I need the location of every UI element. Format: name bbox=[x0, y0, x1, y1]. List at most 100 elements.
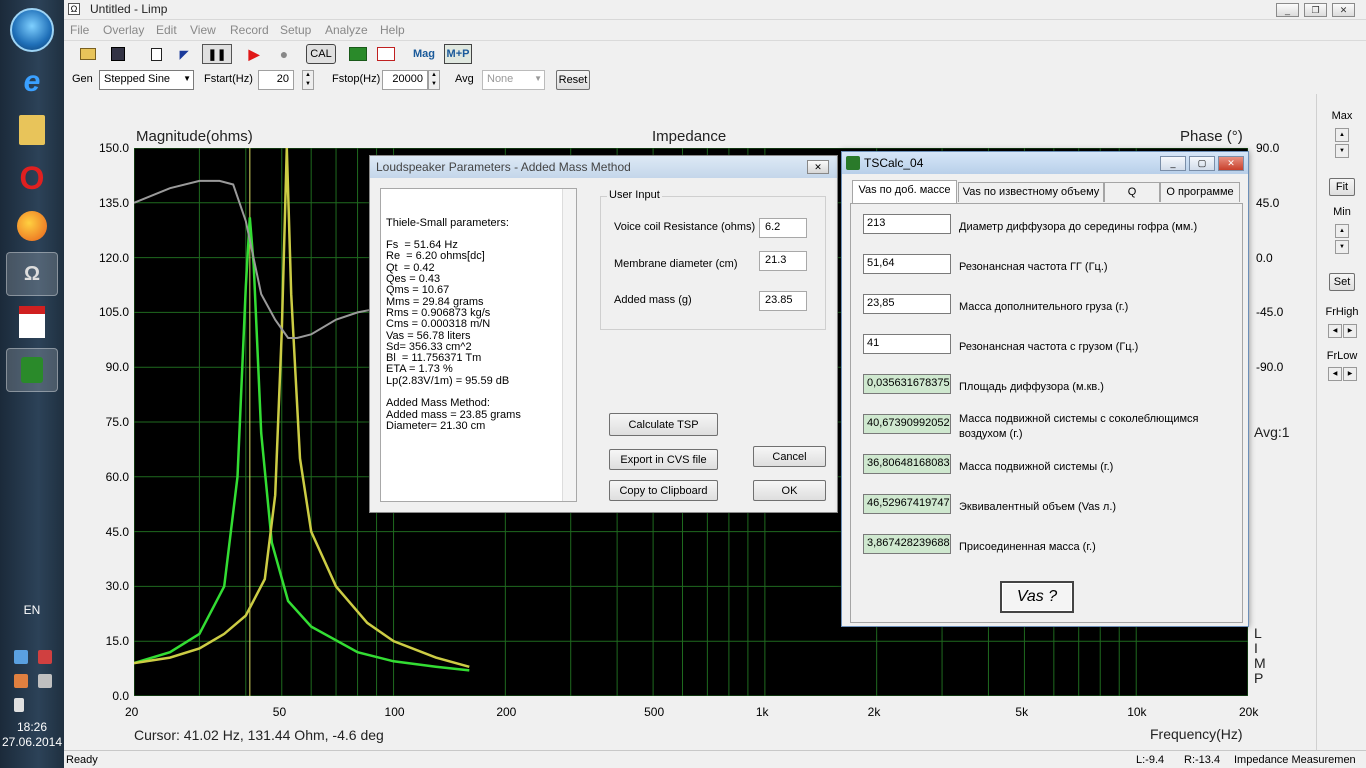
clock[interactable]: 18:26 27.06.2014 bbox=[0, 720, 64, 750]
fstop-input[interactable]: 20000 bbox=[382, 70, 428, 90]
max-up-button[interactable]: ▲ bbox=[1335, 128, 1349, 142]
tsp-results-list[interactable]: Thiele-Small parameters: Fs = 51.64 Hz R… bbox=[380, 188, 577, 502]
copy-clipboard-button[interactable]: Copy to Clipboard bbox=[609, 480, 718, 501]
copy-icon[interactable] bbox=[146, 44, 166, 64]
language-indicator[interactable]: EN bbox=[0, 603, 64, 617]
voice-coil-input[interactable]: 6.2 bbox=[759, 218, 807, 238]
opera-icon[interactable]: O bbox=[6, 156, 58, 200]
close-button[interactable]: ✕ bbox=[1218, 156, 1244, 171]
avg-readout: Avg:1 bbox=[1254, 424, 1290, 440]
menu-setup[interactable]: Setup bbox=[280, 23, 311, 37]
dialog-title: Loudspeaker Parameters - Added Mass Meth… bbox=[370, 156, 837, 178]
x-tick-label: 200 bbox=[496, 705, 517, 719]
flag-icon[interactable] bbox=[38, 650, 52, 664]
tab-vas-added-mass[interactable]: Vas по доб. массе bbox=[852, 180, 957, 204]
start-button[interactable] bbox=[10, 8, 54, 52]
x-tick-label: 5k bbox=[1015, 705, 1029, 719]
menu-help[interactable]: Help bbox=[380, 23, 405, 37]
avg-select[interactable]: None ▼ bbox=[482, 70, 545, 90]
dialog-close-button[interactable]: ✕ bbox=[807, 160, 829, 174]
added-mass-input[interactable]: 23,85 bbox=[863, 294, 951, 314]
minimize-button[interactable]: _ bbox=[1276, 3, 1299, 17]
fstart-spinner[interactable]: ▲ ▼ bbox=[302, 70, 314, 90]
menu-file[interactable]: File bbox=[70, 23, 89, 37]
membrane-diameter-input[interactable]: 21.3 bbox=[759, 251, 807, 271]
ok-button[interactable]: OK bbox=[753, 480, 826, 501]
chart-title: Impedance bbox=[652, 128, 727, 145]
generator-select[interactable]: Stepped Sine ▼ bbox=[99, 70, 194, 90]
close-button[interactable]: ✕ bbox=[1332, 3, 1355, 17]
folder-icon[interactable] bbox=[6, 108, 58, 152]
max-down-button[interactable]: ▼ bbox=[1335, 144, 1349, 158]
power-icon[interactable] bbox=[14, 674, 28, 688]
min-up-button[interactable]: ▲ bbox=[1335, 224, 1349, 238]
pause-icon[interactable]: ❚❚ bbox=[202, 44, 232, 64]
vas-output: 46,52967419747 bbox=[863, 494, 951, 514]
omega-icon[interactable]: Ω bbox=[6, 252, 58, 296]
calculate-tsp-button[interactable]: Calculate TSP bbox=[609, 413, 718, 436]
fit-button[interactable]: Fit bbox=[1329, 178, 1355, 196]
x-tick-label: 100 bbox=[384, 705, 405, 719]
menu-record[interactable]: Record bbox=[230, 23, 269, 37]
frhigh-left-button[interactable]: ◀ bbox=[1328, 324, 1342, 338]
record-icon[interactable]: ▶ bbox=[244, 44, 264, 64]
firefox-icon[interactable] bbox=[6, 204, 58, 248]
y-tick-label-left: 60.0 bbox=[105, 469, 129, 484]
speaker-icon bbox=[846, 156, 860, 170]
app-icon[interactable]: Ω bbox=[68, 3, 80, 15]
tab-vas-known-volume[interactable]: Vas по известному объему bbox=[958, 182, 1104, 202]
vas-calculate-button[interactable]: Vas ? bbox=[1000, 581, 1074, 613]
added-mass-input[interactable]: 23.85 bbox=[759, 291, 807, 311]
mp-button[interactable]: M+P bbox=[444, 44, 472, 64]
open-icon[interactable] bbox=[78, 44, 98, 64]
restore-button[interactable]: ❐ bbox=[1304, 3, 1327, 17]
maximize-button[interactable]: ▢ bbox=[1189, 156, 1215, 171]
waveform-icon[interactable] bbox=[376, 44, 396, 64]
speaker-icon[interactable] bbox=[6, 348, 58, 392]
scrollbar[interactable] bbox=[562, 189, 576, 501]
cone-diameter-input[interactable]: 213 bbox=[863, 214, 951, 234]
frlow-right-button[interactable]: ▶ bbox=[1343, 367, 1357, 381]
frhigh-right-button[interactable]: ▶ bbox=[1343, 324, 1357, 338]
cal-button[interactable]: CAL bbox=[306, 44, 336, 64]
loaded-resonance-input[interactable]: 41 bbox=[863, 334, 951, 354]
windows-taskbar: e O Ω EN 18:26 27.06.2014 bbox=[0, 0, 64, 768]
menu-overlay[interactable]: Overlay bbox=[103, 23, 144, 37]
fstop-spinner[interactable]: ▲ ▼ bbox=[428, 70, 440, 90]
moving-mass-label: Масса подвижной системы (г.) bbox=[959, 461, 1114, 473]
tab-q[interactable]: Q bbox=[1104, 182, 1160, 202]
internet-explorer-icon[interactable]: e bbox=[6, 60, 58, 104]
moving-mass-output: 36,80648168083 bbox=[863, 454, 951, 474]
tab-about[interactable]: О программе bbox=[1160, 182, 1240, 202]
minimize-button[interactable]: _ bbox=[1160, 156, 1186, 171]
mag-button[interactable]: Mag bbox=[410, 44, 438, 64]
graph-icon[interactable] bbox=[348, 44, 368, 64]
set-button[interactable]: Set bbox=[1329, 273, 1355, 291]
stop-icon[interactable]: ● bbox=[274, 44, 294, 64]
loudspeaker-parameters-dialog: Loudspeaker Parameters - Added Mass Meth… bbox=[369, 155, 838, 513]
volume-icon[interactable] bbox=[14, 698, 24, 712]
clock-date: 27.06.2014 bbox=[1, 735, 63, 749]
min-down-button[interactable]: ▼ bbox=[1335, 240, 1349, 254]
export-csv-button[interactable]: Export in CVS file bbox=[609, 449, 718, 470]
y-tick-label-left: 105.0 bbox=[98, 305, 129, 320]
x-tick-label: 2k bbox=[867, 705, 881, 719]
y-tick-label-right: -90.0 bbox=[1256, 360, 1284, 375]
network-icon[interactable] bbox=[14, 650, 28, 664]
resonance-freq-input[interactable]: 51,64 bbox=[863, 254, 951, 274]
scale-panel: Max ▲ ▼ Fit Min ▲ ▼ Set FrHigh ◀ ▶ FrLow… bbox=[1316, 94, 1366, 750]
pdf-icon[interactable] bbox=[6, 300, 58, 344]
cursor-icon[interactable]: ◤ bbox=[174, 44, 194, 64]
menu-edit[interactable]: Edit bbox=[156, 23, 177, 37]
signal-icon[interactable] bbox=[38, 674, 52, 688]
menu-analyze[interactable]: Analyze bbox=[325, 23, 368, 37]
menu-view[interactable]: View bbox=[190, 23, 216, 37]
frlow-left-button[interactable]: ◀ bbox=[1328, 367, 1342, 381]
save-icon[interactable] bbox=[108, 44, 128, 64]
y-tick-label-left: 150.0 bbox=[98, 141, 129, 155]
reset-button[interactable]: Reset bbox=[556, 70, 590, 90]
cancel-button[interactable]: Cancel bbox=[753, 446, 826, 467]
attached-mass-output: 3,867428239688 bbox=[863, 534, 951, 554]
fstart-input[interactable]: 20 bbox=[258, 70, 294, 90]
membrane-diameter-label: Membrane diameter (cm) bbox=[614, 258, 738, 270]
